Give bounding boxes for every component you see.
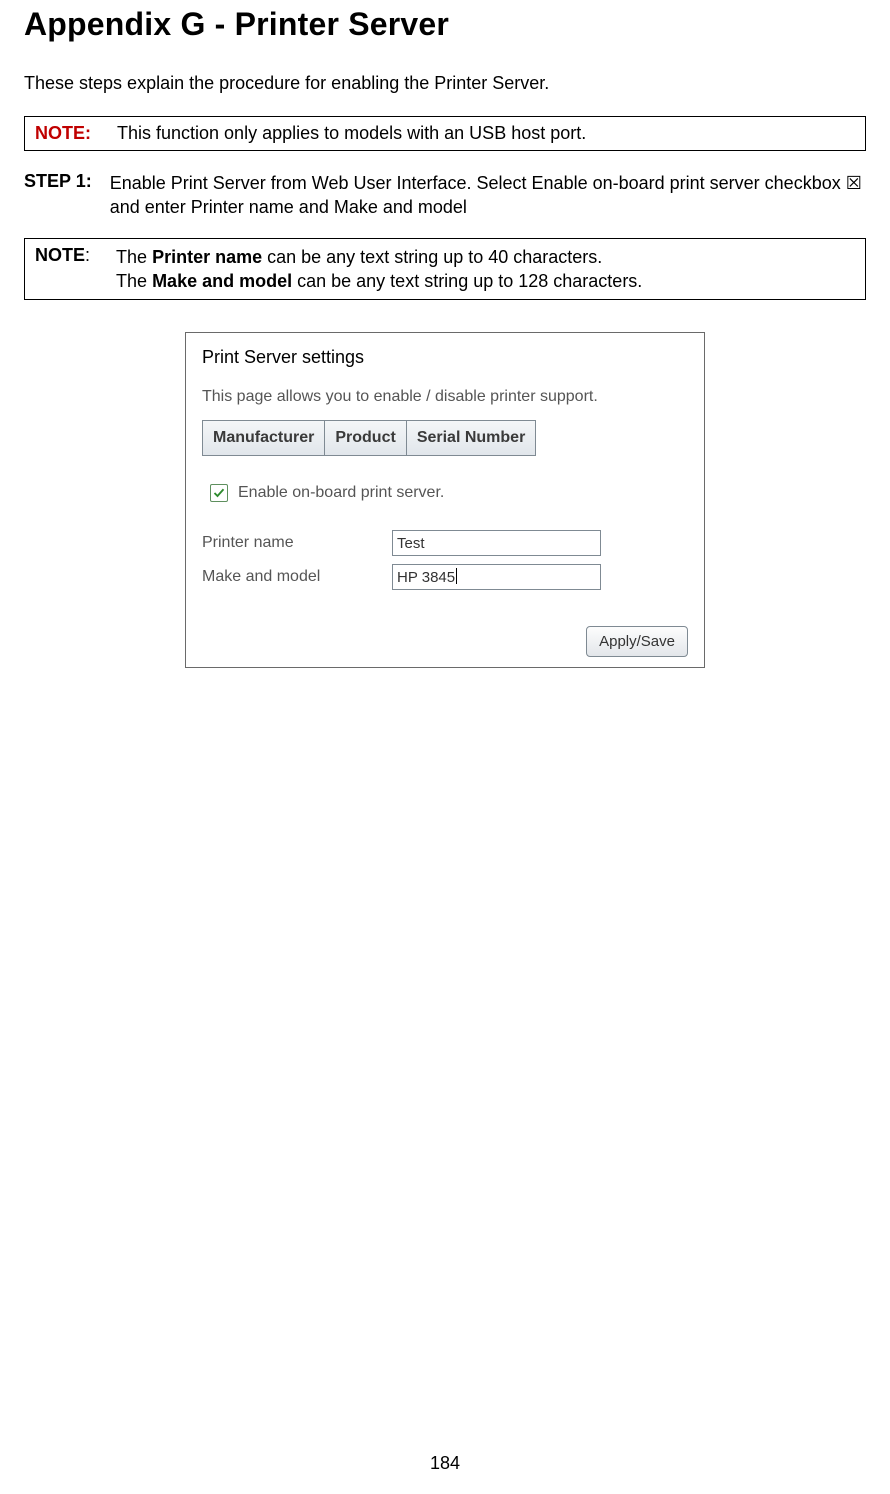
note-2-body: The Printer name can be any text string … (116, 245, 642, 294)
make-model-input[interactable] (392, 564, 601, 590)
note-1-text: This function only applies to models wit… (117, 123, 586, 144)
note-box-1: NOTE: This function only applies to mode… (24, 116, 866, 151)
print-server-settings-panel: Print Server settings This page allows y… (185, 332, 705, 668)
text-caret-icon (456, 568, 457, 584)
page-title: Appendix G - Printer Server (24, 6, 866, 43)
printer-name-input[interactable] (392, 530, 601, 556)
panel-description: This page allows you to enable / disable… (202, 388, 688, 406)
note-2-label: NOTE: (35, 245, 90, 294)
step-1-row: STEP 1: Enable Print Server from Web Use… (24, 171, 866, 220)
tab-product[interactable]: Product (325, 420, 406, 456)
page-number: 184 (0, 1453, 890, 1474)
step-1-body: Enable Print Server from Web User Interf… (110, 171, 866, 220)
note-box-2: NOTE: The Printer name can be any text s… (24, 238, 866, 301)
panel-title: Print Server settings (202, 347, 688, 368)
enable-print-server-checkbox[interactable] (210, 484, 228, 502)
intro-text: These steps explain the procedure for en… (24, 73, 866, 94)
apply-save-button[interactable]: Apply/Save (586, 626, 688, 657)
printer-name-label: Printer name (202, 534, 392, 552)
note-1-label: NOTE: (35, 123, 91, 144)
tab-serial-number[interactable]: Serial Number (407, 420, 536, 456)
tab-manufacturer[interactable]: Manufacturer (202, 420, 325, 456)
make-model-label: Make and model (202, 568, 392, 586)
tabs: Manufacturer Product Serial Number (202, 420, 688, 456)
step-1-label: STEP 1: (24, 171, 92, 220)
check-icon (213, 487, 225, 499)
enable-print-server-label: Enable on-board print server. (238, 484, 444, 502)
